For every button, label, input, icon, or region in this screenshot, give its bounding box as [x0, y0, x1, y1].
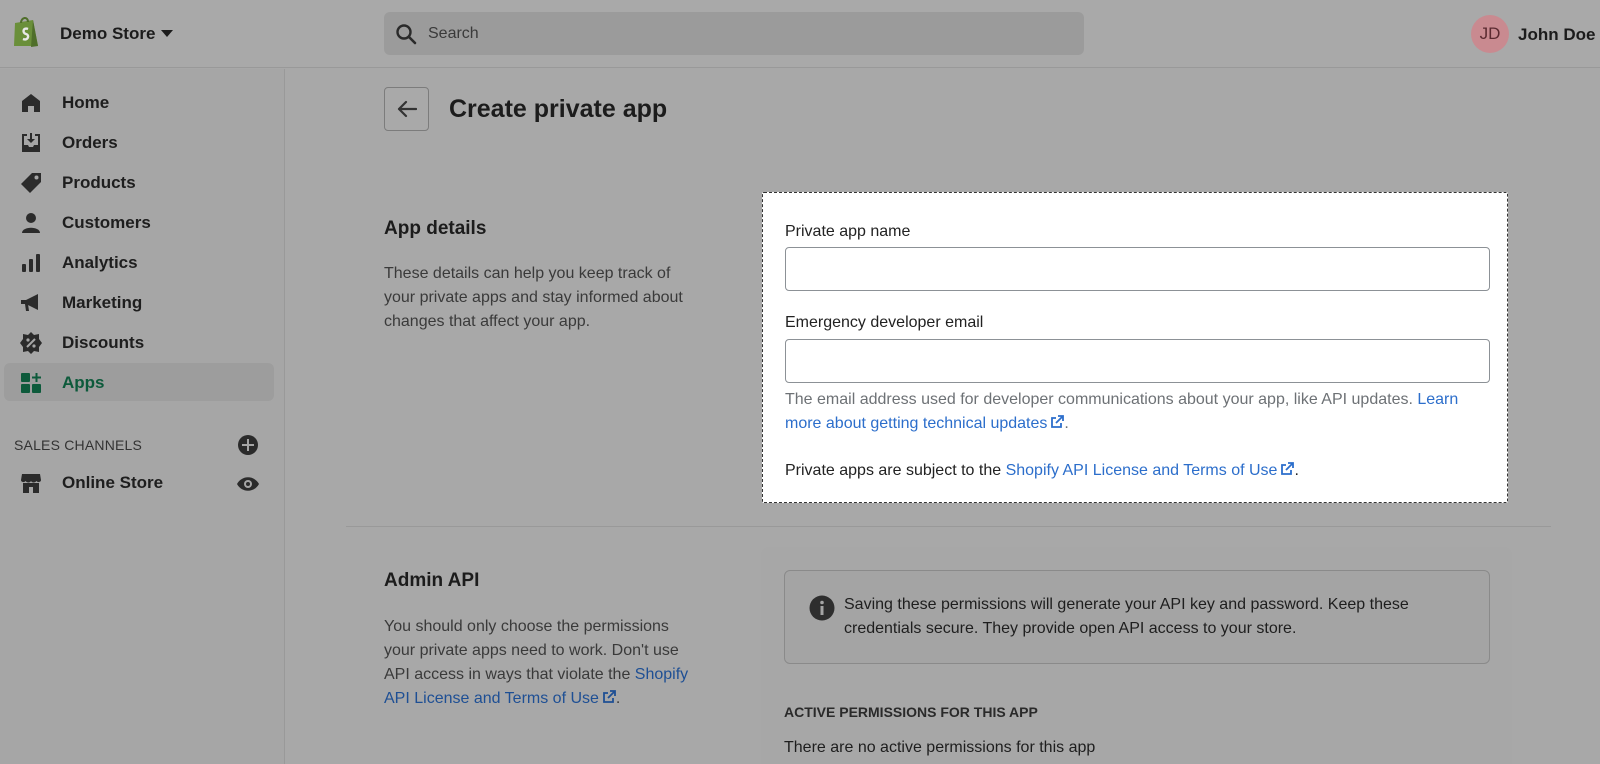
banner-text: Saving these permissions will generate y…: [844, 596, 1409, 637]
permissions-empty-text: There are no active permissions for this…: [784, 739, 1096, 756]
admin-api-heading: Admin API: [384, 570, 480, 591]
info-banner: Saving these permissions will generate y…: [784, 570, 1490, 664]
sidebar-item-label: Apps: [62, 373, 105, 392]
avatar[interactable]: JD: [1471, 15, 1509, 53]
app-name-label: Private app name: [785, 223, 911, 240]
sidebar-item-label: Discounts: [62, 333, 145, 352]
section-divider: [346, 526, 1551, 527]
top-bar: Demo Store Search JD John Doe: [0, 0, 1600, 68]
terms-link-text[interactable]: Shopify API License and Terms of Use: [1006, 462, 1278, 479]
terms-link[interactable]: Shopify API License and Terms of Use: [1006, 462, 1295, 479]
developer-email-label: Emergency developer email: [785, 314, 984, 331]
developer-email-input[interactable]: [785, 339, 1490, 383]
sidebar-item-products[interactable]: Products: [4, 163, 274, 201]
email-help-body: The email address used for developer com…: [785, 391, 1418, 408]
period: .: [1294, 462, 1299, 479]
eye-icon[interactable]: [236, 474, 260, 494]
sidebar: Home Orders Products Customers Analytics: [0, 69, 285, 764]
home-icon: [22, 94, 40, 112]
orders-icon: [22, 133, 40, 152]
admin-api-card: Saving these permissions will generate y…: [761, 547, 1512, 764]
search-icon: [396, 24, 417, 45]
external-link-icon: [1281, 462, 1295, 475]
sidebar-item-label: Online Store: [62, 473, 164, 492]
megaphone-icon: [21, 294, 38, 311]
search-placeholder[interactable]: Search: [428, 25, 479, 43]
sidebar-item-apps[interactable]: Apps: [4, 363, 274, 401]
store-icon: [21, 474, 41, 493]
sidebar-item-label: Products: [62, 173, 136, 192]
app-name-input[interactable]: [785, 247, 1490, 291]
person-icon: [22, 213, 40, 233]
store-switcher[interactable]: Demo Store: [60, 24, 155, 44]
tag-icon: [21, 173, 41, 193]
app-details-card: Private app name Emergency developer ema…: [762, 192, 1508, 503]
sidebar-item-label: Home: [62, 93, 110, 112]
sidebar-item-label: Analytics: [62, 253, 138, 272]
sidebar-item-analytics[interactable]: Analytics: [4, 243, 274, 281]
add-sales-channel-icon[interactable]: [237, 434, 259, 456]
search-bar[interactable]: Search: [384, 12, 1084, 55]
sidebar-item-label: Orders: [62, 133, 118, 152]
permissions-heading: ACTIVE PERMISSIONS FOR THIS APP: [784, 704, 1038, 720]
shopify-logo-icon[interactable]: [11, 15, 41, 49]
period: .: [615, 690, 621, 707]
admin-api-description: You should only choose the permissions y…: [384, 615, 694, 711]
sidebar-item-discounts[interactable]: Discounts: [4, 323, 274, 361]
sidebar-item-label: Customers: [62, 213, 151, 232]
sidebar-item-online-store[interactable]: Online Store: [4, 463, 274, 501]
period: .: [1064, 415, 1069, 432]
apps-icon: [21, 373, 41, 393]
sidebar-item-label: Marketing: [62, 293, 143, 312]
info-icon: [809, 595, 835, 621]
external-link-icon: [603, 690, 616, 703]
external-link-icon: [1051, 415, 1065, 428]
sidebar-item-marketing[interactable]: Marketing: [4, 283, 274, 321]
terms-text: Private apps are subject to the Shopify …: [785, 462, 1299, 480]
sidebar-item-customers[interactable]: Customers: [4, 203, 274, 241]
page-title: Create private app: [449, 95, 668, 123]
app-details-heading: App details: [384, 218, 487, 239]
discount-icon: [20, 332, 42, 354]
sidebar-item-home[interactable]: Home: [4, 83, 274, 121]
bar-chart-icon: [22, 254, 40, 272]
user-name[interactable]: John Doe: [1518, 25, 1595, 45]
back-button[interactable]: [384, 87, 429, 131]
app-details-description: These details can help you keep track of…: [384, 265, 683, 330]
sales-channels-heading: SALES CHANNELS: [14, 437, 143, 453]
email-help-text: The email address used for developer com…: [785, 388, 1495, 436]
caret-down-icon[interactable]: [161, 30, 173, 37]
sidebar-item-orders[interactable]: Orders: [4, 123, 274, 161]
terms-prefix: Private apps are subject to the: [785, 462, 1006, 479]
arrow-left-icon: [397, 100, 417, 118]
